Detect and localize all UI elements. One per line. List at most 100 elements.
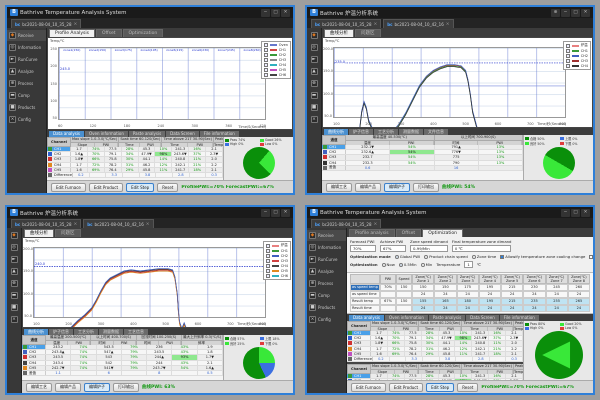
sidebar-item[interactable]: ⊕ xyxy=(9,278,20,289)
view-tab[interactable]: Offset xyxy=(396,229,422,237)
legend-checkbox[interactable] xyxy=(266,259,270,263)
legend-checkbox[interactable] xyxy=(264,43,268,47)
channel-label-cell[interactable]: 差值 xyxy=(22,371,46,375)
channel-label-cell[interactable]: CH4 xyxy=(22,361,46,365)
legend-entry[interactable]: CH1 xyxy=(266,249,288,253)
view-tab[interactable]: Profile analysis xyxy=(349,229,395,237)
legend-checkbox[interactable] xyxy=(266,249,270,253)
legend-entry[interactable]: 炉温 xyxy=(566,43,588,48)
document-tab[interactable]: bc bc2021-08-04_10_35_28 × xyxy=(311,19,381,28)
view-tab[interactable]: Profile Analysis xyxy=(49,29,95,37)
sidebar-item[interactable]: ▬ xyxy=(9,290,20,301)
legend-checkbox[interactable] xyxy=(264,73,268,77)
sidebar-item[interactable]: ◎ xyxy=(9,242,20,253)
legend-checkbox[interactable] xyxy=(566,64,570,68)
plot-area[interactable]: zone1(150)zone2(150)zone3(175)zone4(195)… xyxy=(58,47,266,120)
sidebar-item[interactable]: ► xyxy=(9,254,20,265)
table-row[interactable]: Difference 0.23.33.82.80.3 xyxy=(47,173,223,178)
table-row[interactable]: 差值 0.616 xyxy=(322,166,523,171)
view-tab[interactable]: 问题区 xyxy=(55,229,81,237)
legend-entry[interactable]: CH4 xyxy=(566,64,588,68)
channel-label-cell[interactable]: CH1 xyxy=(47,147,71,151)
action-button[interactable]: Edit Furnace xyxy=(51,183,86,192)
sidebar-item[interactable]: ▬ Comp xyxy=(7,90,46,101)
action-button[interactable]: Edit Furnace xyxy=(351,383,386,392)
action-button[interactable]: 编辑工艺 xyxy=(326,183,352,192)
channel-label-cell[interactable]: CH1 xyxy=(22,345,46,349)
sidebar-item[interactable]: ◎ Information xyxy=(307,242,346,253)
mode-checkbox[interactable]: Allowify temperature zone cooling change xyxy=(500,254,585,259)
sidebar-item[interactable]: ◆ xyxy=(9,230,20,241)
view-tab[interactable]: Offset xyxy=(96,29,122,37)
view-tab[interactable]: 曲线分析 xyxy=(24,229,54,237)
sidebar-item[interactable]: ■ xyxy=(309,102,320,113)
action-button[interactable]: 编辑炉子 xyxy=(84,383,110,392)
legend-entry[interactable]: CH2 xyxy=(266,254,288,258)
sidebar-item[interactable]: ■ Products xyxy=(7,102,46,113)
channel-label-cell[interactable]: CH3 xyxy=(22,355,46,359)
zone-table-row[interactable]: as speed time 2424242424242424 xyxy=(350,291,590,298)
legend-entry[interactable]: Oven xyxy=(264,43,288,47)
legend-entry[interactable]: CH4 xyxy=(264,63,288,67)
plot-area[interactable]: 240.0 xyxy=(33,247,266,318)
field-value[interactable]: 0-99/Min xyxy=(410,245,448,252)
sidebar-item[interactable]: × xyxy=(9,314,20,325)
field-value[interactable]: 70% xyxy=(350,245,376,252)
mode-radio[interactable]: Global PWI xyxy=(395,254,420,259)
action-button[interactable]: 打印输出 xyxy=(113,383,139,392)
action-button[interactable]: 编辑炉子 xyxy=(384,183,410,192)
maximize-button[interactable]: □ xyxy=(571,9,580,17)
sidebar-item[interactable]: ⊕ xyxy=(309,78,320,89)
sidebar-item[interactable]: ⊕ Process xyxy=(7,78,46,89)
close-button[interactable]: ✕ xyxy=(581,9,590,17)
legend-entry[interactable]: CH5 xyxy=(264,68,288,72)
document-tab[interactable]: bc bc2021-08-04_10_42_16 × xyxy=(383,19,453,28)
settings-gear-icon[interactable]: ⊕ xyxy=(551,9,560,17)
legend-entry[interactable]: CH3 xyxy=(566,59,588,63)
zone-table-row[interactable]: as speed temp 70% 150 150150175195215230… xyxy=(350,284,590,291)
optimization-radio[interactable]: Now xyxy=(382,262,395,267)
zone-table-row[interactable]: Result time 2424242424242424 xyxy=(350,305,590,312)
channel-label-cell[interactable]: CH2 xyxy=(22,350,46,354)
view-tab[interactable]: Optimization xyxy=(422,229,463,237)
legend-entry[interactable]: 炉温 xyxy=(266,243,288,248)
field-value[interactable]: 67% xyxy=(380,245,406,252)
close-icon[interactable]: × xyxy=(374,222,378,227)
sidebar-item[interactable]: ⊕ Process xyxy=(307,278,346,289)
view-tab[interactable]: 曲线分析 xyxy=(324,29,354,37)
optimization-radio[interactable]: 0.5Min xyxy=(399,262,417,267)
legend-checkbox[interactable] xyxy=(264,58,268,62)
action-button[interactable]: 打印输出 xyxy=(413,183,439,192)
channel-label-cell[interactable]: CH3 xyxy=(322,155,346,159)
action-button[interactable]: 编辑产品 xyxy=(355,183,381,192)
action-button[interactable]: 编辑工艺 xyxy=(26,383,52,392)
minimize-button[interactable]: ─ xyxy=(261,209,270,217)
legend-checkbox[interactable] xyxy=(266,274,270,278)
sidebar-item[interactable]: × xyxy=(309,114,320,125)
action-button[interactable]: Edit Step xyxy=(426,383,454,392)
legend-entry[interactable]: CH6 xyxy=(266,274,288,278)
channel-label-cell[interactable]: CH2 xyxy=(322,150,346,154)
mode-radio[interactable]: Product chain speed xyxy=(424,254,468,259)
legend-checkbox[interactable] xyxy=(264,53,268,57)
document-tab[interactable]: bc bc2021-08-04_10_42_16 × xyxy=(83,219,153,228)
sidebar-item[interactable]: ▬ xyxy=(309,90,320,101)
legend-entry[interactable]: CH1 xyxy=(264,48,288,52)
close-icon[interactable]: × xyxy=(74,222,78,227)
legend-entry[interactable]: CH4 xyxy=(266,264,288,268)
channel-label-cell[interactable]: CH5 xyxy=(347,352,371,356)
sidebar-item[interactable]: ▲ xyxy=(9,266,20,277)
legend-checkbox[interactable] xyxy=(566,59,570,63)
sidebar-item[interactable]: ▲ Analyze xyxy=(7,66,46,77)
optimization-radio[interactable]: Min xyxy=(421,262,433,267)
sidebar-item[interactable]: ◆ xyxy=(309,30,320,41)
view-tab[interactable]: Optimization xyxy=(123,29,164,37)
sidebar-item[interactable]: ▲ xyxy=(309,66,320,77)
zone-table-row[interactable]: Result temp 67% 150 15516518019521523525… xyxy=(350,298,590,305)
action-button[interactable]: Edit Product xyxy=(389,383,423,392)
channel-label-cell[interactable]: Difference xyxy=(47,173,73,177)
close-icon[interactable]: × xyxy=(74,22,78,27)
legend-entry[interactable]: CH3 xyxy=(266,259,288,263)
channel-label-cell[interactable]: CH2 xyxy=(347,336,371,340)
channel-label-cell[interactable]: Difference xyxy=(347,357,373,361)
